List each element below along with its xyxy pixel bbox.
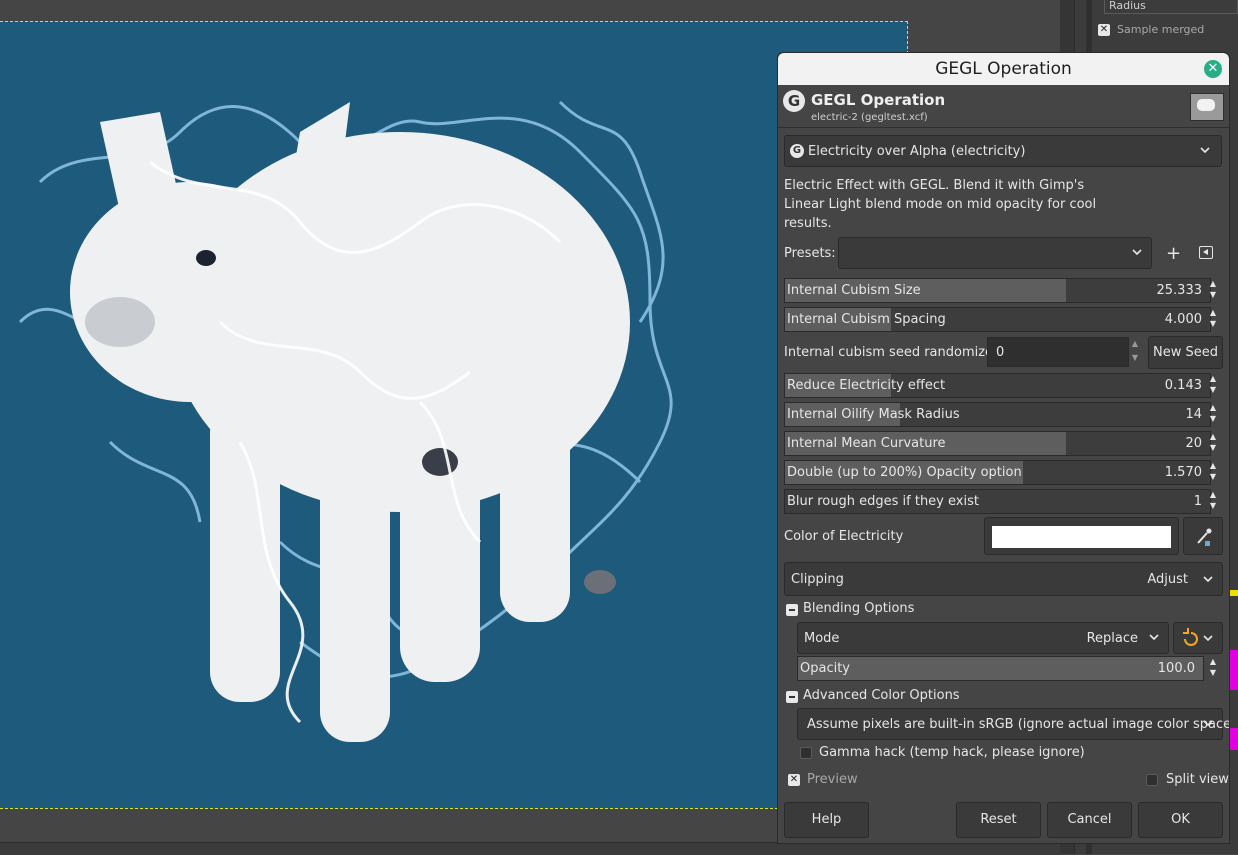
split-view-checkbox[interactable] (1146, 774, 1158, 786)
gamma-hack-label: Gamma hack (temp hack, please ignore) (819, 745, 1085, 760)
slider-value: 0.143 (1164, 378, 1202, 393)
dialog-window-title: GEGL Operation (935, 59, 1072, 79)
preview-checkbox[interactable]: ✕ (788, 774, 800, 786)
dialog-header-title: GEGL Operation (811, 91, 946, 109)
slider-value: 1.570 (1164, 465, 1202, 480)
slider-internal-cubism-size[interactable]: Internal Cubism Size 25.333 (784, 278, 1211, 303)
opacity-slider[interactable]: Opacity 100.0 (797, 656, 1204, 681)
spin-arrows[interactable]: ▲ ▼ (1206, 460, 1220, 485)
dock-color-swatch-magenta (1230, 650, 1238, 690)
image-canvas[interactable] (0, 21, 908, 809)
slider-label: Blur rough edges if they exist (787, 494, 979, 509)
dialog-header-subtitle: electric-2 (gegltest.xcf) (811, 112, 928, 123)
clipping-value: Adjust (1147, 572, 1188, 587)
mode-label: Mode (804, 631, 840, 646)
color-picker-button[interactable] (1183, 517, 1223, 555)
dock-color-swatch-magenta-2 (1230, 728, 1238, 750)
eyedropper-icon (1197, 528, 1212, 546)
chevron-down-icon (1202, 573, 1214, 588)
color-space-value: Assume pixels are built-in sRGB (ignore … (807, 717, 1230, 732)
slider-internal-cubism-spacing[interactable]: Internal Cubism Spacing 4.000 (784, 307, 1211, 332)
seed-input[interactable]: 0 (987, 337, 1129, 367)
mode-switch-button[interactable] (1173, 622, 1223, 654)
radius-field[interactable]: Radius (1104, 0, 1238, 14)
chevron-down-icon (1202, 717, 1214, 732)
spin-arrows[interactable]: ▲ ▼ (1206, 307, 1220, 332)
preview-label: Preview (807, 772, 858, 787)
seed-label: Internal cubism seed randomizer (784, 345, 999, 360)
operation-name: Electricity over Alpha (electricity) (808, 144, 1026, 159)
reset-button[interactable]: Reset (956, 802, 1041, 838)
slider-value: 20 (1185, 436, 1202, 451)
advanced-color-options-label[interactable]: Advanced Color Options (803, 688, 960, 703)
color-button[interactable] (984, 517, 1179, 555)
color-label: Color of Electricity (784, 529, 904, 544)
slider-blur-rough-edges[interactable]: Blur rough edges if they exist 1 (784, 489, 1211, 514)
presets-combo[interactable] (838, 237, 1152, 269)
split-view-label: Split view (1166, 772, 1229, 787)
slider-double-opacity[interactable]: Double (up to 200%) Opacity option 1.570 (784, 460, 1211, 485)
dock-color-swatch-yellow (1230, 590, 1238, 596)
slider-label: Internal Oilify Mask Radius (787, 407, 960, 422)
advanced-expander[interactable] (786, 691, 798, 703)
menu-icon[interactable] (1199, 246, 1213, 259)
gegl-op-icon: G (790, 144, 804, 158)
reset-arrow-icon (1183, 628, 1213, 646)
operation-description: Electric Effect with GEGL. Blend it with… (784, 178, 1097, 231)
chevron-down-icon (1199, 144, 1211, 159)
spin-arrows[interactable]: ▲ ▼ (1206, 431, 1220, 456)
chevron-down-icon (1148, 631, 1160, 646)
spin-arrows[interactable]: ▲ ▼ (1206, 489, 1220, 514)
slider-label: Internal Mean Curvature (787, 436, 946, 451)
sample-merged-label: Sample merged (1117, 23, 1205, 36)
sample-merged-checkbox[interactable]: ✕ (1098, 24, 1110, 36)
slider-reduce-electricity[interactable]: Reduce Electricity effect 0.143 (784, 373, 1211, 398)
gegl-logo-icon: G (783, 90, 805, 112)
opacity-label: Opacity (800, 661, 851, 676)
blending-options-label[interactable]: Blending Options (803, 601, 914, 616)
slider-label: Double (up to 200%) Opacity option (787, 465, 1022, 480)
slider-label: Reduce Electricity effect (787, 378, 946, 393)
layer-thumbnail (1190, 93, 1224, 121)
blending-expander[interactable] (786, 604, 798, 616)
seed-spin-arrows[interactable]: ▲ ▼ (1128, 337, 1142, 367)
opacity-value: 100.0 (1157, 661, 1195, 676)
color-space-combo[interactable]: Assume pixels are built-in sRGB (ignore … (797, 708, 1229, 740)
operation-combo[interactable]: G Electricity over Alpha (electricity) (784, 135, 1222, 167)
slider-oilify-mask-radius[interactable]: Internal Oilify Mask Radius 14 (784, 402, 1211, 427)
clipping-label: Clipping (791, 572, 844, 587)
slider-mean-curvature[interactable]: Internal Mean Curvature 20 (784, 431, 1211, 456)
presets-label: Presets: (784, 246, 836, 261)
plus-icon[interactable]: + (1166, 243, 1181, 264)
ok-button[interactable]: OK (1138, 802, 1223, 838)
slider-value: 4.000 (1164, 312, 1202, 327)
slider-label: Internal Cubism Spacing (787, 312, 946, 327)
slider-value: 1 (1193, 494, 1202, 509)
gegl-operation-dialog: GEGL Operation ✕ G GEGL Operation electr… (777, 52, 1230, 844)
gamma-hack-checkbox[interactable] (800, 747, 812, 759)
color-swatch (992, 526, 1171, 548)
dialog-titlebar[interactable]: GEGL Operation ✕ (778, 53, 1229, 85)
header-separator (778, 127, 1229, 128)
seed-value: 0 (996, 345, 1005, 360)
clipping-combo[interactable]: Clipping Adjust (784, 562, 1223, 596)
spin-arrows[interactable]: ▲ ▼ (1206, 402, 1220, 427)
cancel-button[interactable]: Cancel (1047, 802, 1132, 838)
spin-arrows[interactable]: ▲ ▼ (1206, 278, 1220, 303)
opacity-spin-arrows[interactable]: ▲ ▼ (1206, 656, 1220, 681)
spin-arrows[interactable]: ▲ ▼ (1206, 373, 1220, 398)
slider-value: 14 (1185, 407, 1202, 422)
slider-label: Internal Cubism Size (787, 283, 921, 298)
close-icon[interactable]: ✕ (1204, 60, 1222, 78)
slider-value: 25.333 (1156, 283, 1203, 298)
mode-value: Replace (1086, 631, 1138, 646)
lamb-electric-image (18, 100, 673, 742)
mode-combo[interactable]: Mode Replace (797, 622, 1169, 654)
chevron-down-icon (1131, 246, 1143, 261)
help-button[interactable]: Help (784, 802, 869, 838)
new-seed-button[interactable]: New Seed (1148, 336, 1223, 369)
